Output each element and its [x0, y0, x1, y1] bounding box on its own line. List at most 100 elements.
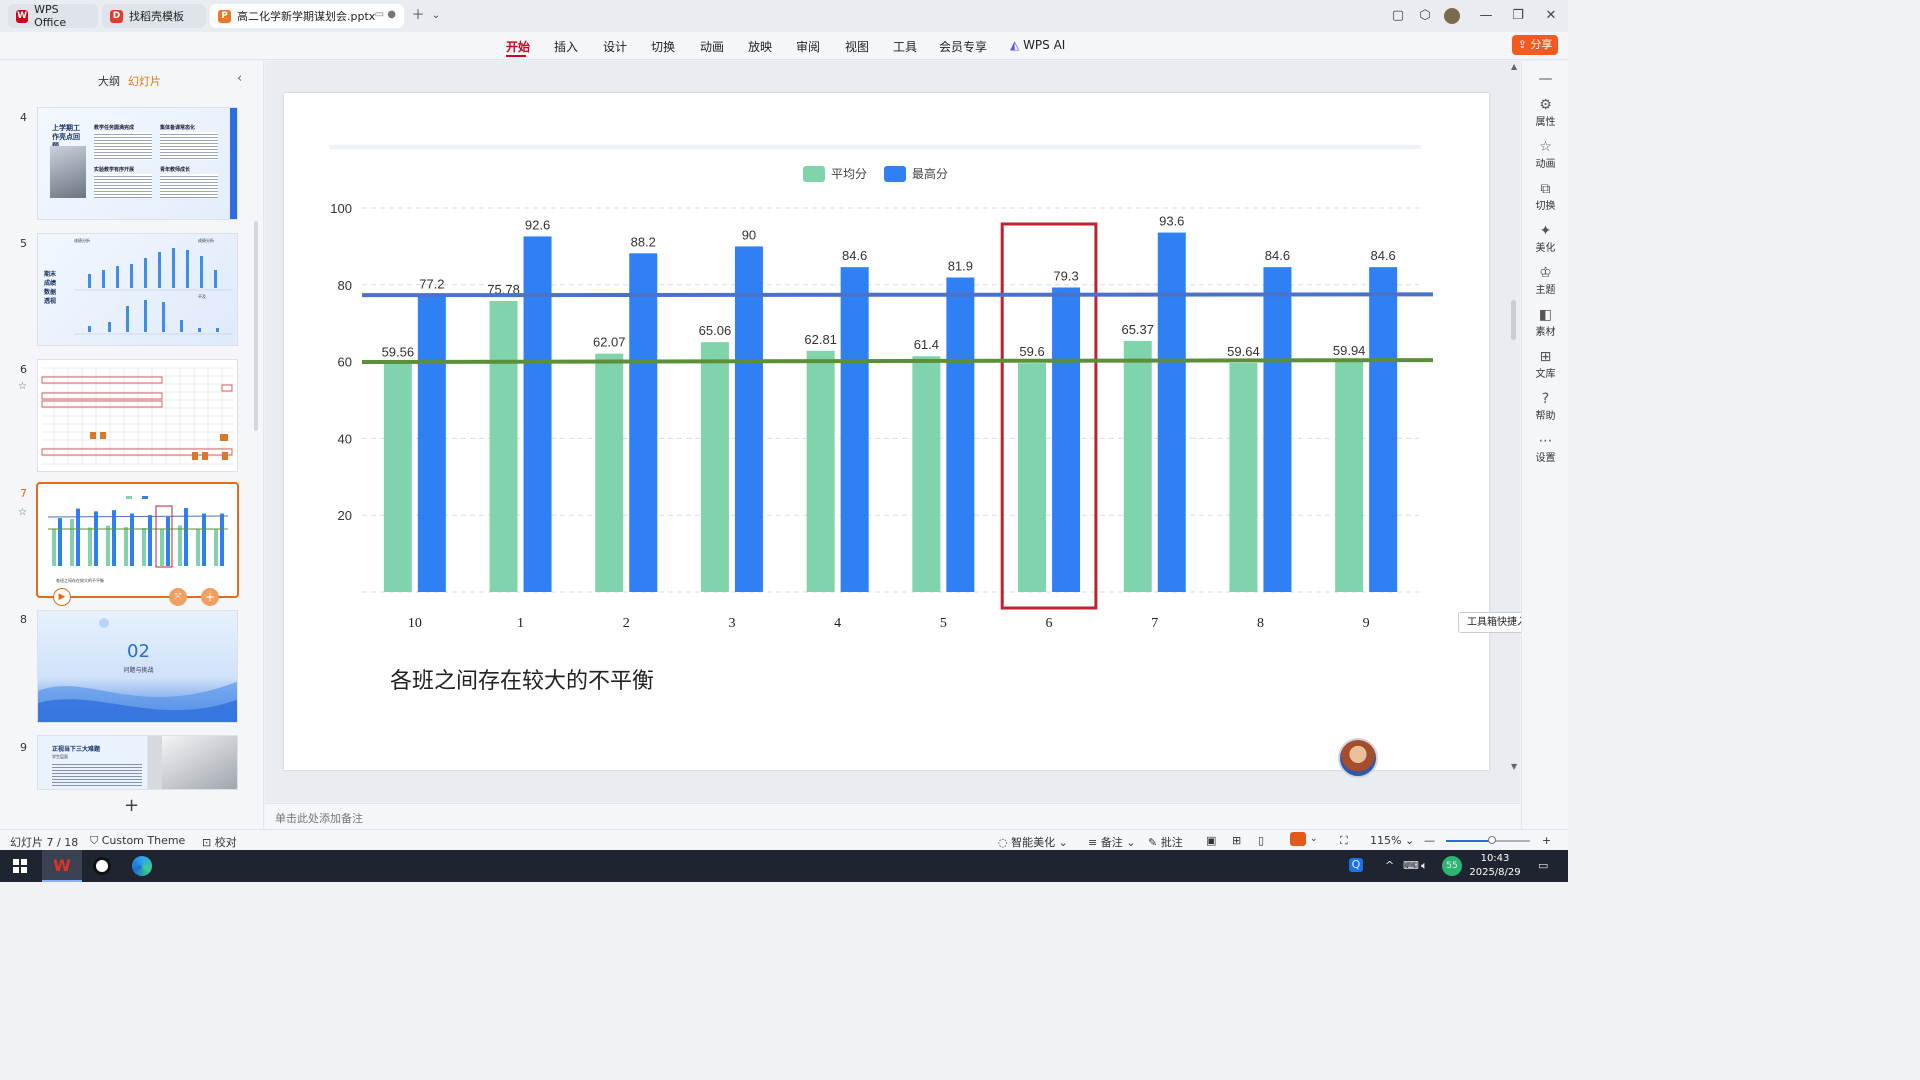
thumb-bar — [148, 515, 152, 566]
canvas-scroll-thumb[interactable] — [1511, 300, 1516, 340]
thumb9-sub: 学生层面 — [52, 754, 68, 759]
slide-thumbnail-8[interactable]: 02 问题与挑战 — [37, 610, 238, 723]
bar-chart[interactable]: 2040608010059.5677.21075.7892.6162.0788.… — [284, 93, 1489, 653]
slide-thumbnail-7[interactable]: 各班之间存在较大的不平衡 — [36, 482, 239, 598]
taskbar-wps[interactable]: W — [42, 850, 82, 882]
user-avatar[interactable] — [1444, 8, 1460, 24]
comment-icon: ✎ — [1148, 836, 1158, 849]
windows-start-icon[interactable] — [0, 850, 40, 882]
notes-toggle-button[interactable]: ≡ 备注 ⌄ — [1088, 834, 1135, 850]
collapse-panel-icon[interactable]: ‹ — [237, 71, 242, 86]
slideshow-options-chevron-icon[interactable]: ⌄ — [1310, 834, 1318, 844]
right-task-pane: — ⚙ 属性 ☆ 动画 ⧉ 切换 ✦ 美化 ♔ 主题 ◧ 素材 ⊞ 文库 ? 帮助 ⋯ 设置 — [1521, 61, 1568, 829]
restore-icon[interactable]: ❐ — [1510, 8, 1526, 24]
sidebar-properties[interactable]: ⚙ 属性 — [1522, 97, 1568, 128]
network-icon[interactable]: ⌨ — [1403, 859, 1419, 872]
taskbar-qq[interactable] — [82, 850, 122, 882]
reading-view-icon[interactable]: ▯ — [1258, 834, 1264, 847]
window-layout-icon[interactable]: ▢ — [1390, 8, 1406, 24]
play-slide-icon[interactable]: ▶ — [53, 588, 71, 606]
tab-slides[interactable]: 幻灯片 — [128, 73, 161, 89]
tray-app-icon[interactable]: Q — [1349, 858, 1363, 872]
notes-pane[interactable]: 单击此处添加备注 — [265, 803, 1520, 829]
sidebar-animation[interactable]: ☆ 动画 — [1522, 139, 1568, 170]
share-button[interactable]: ⇪ 分享 — [1512, 35, 1558, 55]
zoom-in-icon[interactable]: + — [1542, 834, 1551, 847]
fit-window-icon[interactable]: ⛶ — [1340, 834, 1348, 848]
tray-expand-icon[interactable]: ^ — [1385, 859, 1394, 872]
taskbar-edge[interactable] — [122, 850, 162, 882]
menu-tools[interactable]: 工具 — [893, 38, 917, 55]
menu-review[interactable]: 审阅 — [796, 38, 820, 55]
proofread-button[interactable]: ⊡ 校对 — [202, 834, 237, 850]
collapse-pane-icon[interactable]: — — [1522, 71, 1568, 87]
tab-list-chevron-icon[interactable]: ⌄ — [428, 8, 444, 24]
sidebar-transition[interactable]: ⧉ 切换 — [1522, 181, 1568, 212]
data-label: 90 — [742, 227, 756, 242]
sidebar-beautify[interactable]: ✦ 美化 — [1522, 223, 1568, 254]
zoom-slider[interactable] — [1446, 836, 1530, 844]
menu-design[interactable]: 设计 — [603, 38, 627, 55]
sidebar-theme[interactable]: ♔ 主题 — [1522, 265, 1568, 296]
cube-icon[interactable]: ⬡ — [1417, 8, 1433, 24]
zoom-slider-knob[interactable] — [1488, 836, 1497, 844]
tab-wps-office[interactable]: W WPS Office — [8, 3, 98, 29]
data-label: 84.6 — [842, 248, 867, 263]
slide-transition-icon[interactable]: ⤧ — [169, 588, 187, 606]
tab-status-icons[interactable]: ▭ ● — [375, 9, 396, 20]
menu-home[interactable]: 开始 — [506, 38, 530, 55]
share-label: 分享 — [1530, 38, 1553, 51]
x-tick-label: 1 — [517, 616, 524, 631]
slide-thumbnail-6[interactable] — [37, 359, 238, 472]
menu-animation[interactable]: 动画 — [700, 38, 724, 55]
theme-indicator[interactable]: ⛉ Custom Theme — [90, 834, 185, 848]
sidebar-help[interactable]: ? 帮助 — [1522, 391, 1568, 422]
slide-sorter-icon[interactable]: ⊞ — [1232, 834, 1241, 847]
slide7-star-icon[interactable]: ☆ — [18, 507, 27, 518]
tab-label: 找稻壳模板 — [129, 10, 184, 23]
slide-thumbnail-4[interactable]: 上学期工作亮点回顾 教学任务圆满完成 集体备课常态化 实验教学有序开展 青年教师… — [37, 107, 238, 220]
menu-slideshow[interactable]: 放映 — [748, 38, 772, 55]
menu-wps-ai[interactable]: ◭ WPS AI — [1010, 38, 1065, 52]
notes-placeholder: 单击此处添加备注 — [275, 812, 363, 825]
tab-template[interactable]: D 找稻壳模板 — [102, 4, 206, 28]
tray-badge[interactable]: 55 — [1442, 856, 1462, 876]
slide-thumbnail-9[interactable]: 正视当下三大难题 学生层面 — [37, 735, 238, 790]
comment-button[interactable]: ✎ 批注 — [1148, 834, 1183, 850]
data-label: 88.2 — [631, 234, 656, 249]
tab-current-document[interactable]: P 高二化学新学期谋划会.pptx ▭ ● — [210, 4, 404, 28]
normal-view-icon[interactable]: ▣ — [1206, 834, 1216, 847]
taskbar-clock[interactable]: 10:43 2025/8/29 — [1466, 852, 1524, 880]
scroll-up-icon[interactable]: ▲ — [1511, 62, 1517, 71]
menu-view[interactable]: 视图 — [845, 38, 869, 55]
slide-thumbnail-5[interactable]: 期末成绩数据透视 成绩分析 成绩分析 不及 — [37, 233, 238, 346]
menu-member[interactable]: 会员专享 — [939, 38, 987, 55]
slideshow-play-button[interactable] — [1290, 832, 1306, 846]
thumb9-text-lines — [52, 762, 142, 788]
sidebar-settings[interactable]: ⋯ 设置 — [1522, 433, 1568, 464]
scroll-down-icon[interactable]: ▼ — [1511, 762, 1517, 771]
slide-caption[interactable]: 各班之间存在较大的不平衡 — [390, 663, 654, 695]
add-slide-icon[interactable]: + — [124, 795, 139, 816]
slide6-star-icon[interactable]: ☆ — [18, 381, 27, 392]
floating-assistant-avatar[interactable] — [1338, 738, 1378, 778]
new-tab-icon[interactable]: ＋ — [410, 8, 426, 24]
zoom-out-icon[interactable]: — — [1424, 834, 1435, 847]
thumbnail-scrollbar[interactable] — [254, 221, 258, 431]
minimize-icon[interactable]: — — [1478, 8, 1494, 24]
canvas-scrollbar[interactable]: ▲ ▼ — [1509, 62, 1519, 802]
slide-7[interactable]: 平均分 最高分 20 40 60 80 100 59.56 77.2 10 75.78 92.6 1… — [284, 93, 1489, 770]
close-icon[interactable]: ✕ — [1543, 8, 1559, 24]
smart-beautify-button[interactable]: ◌ 智能美化 ⌄ — [998, 834, 1068, 850]
tab-outline[interactable]: 大纲 — [98, 73, 120, 89]
sidebar-material[interactable]: ◧ 素材 — [1522, 307, 1568, 338]
sidebar-label: 动画 — [1535, 159, 1556, 170]
menu-transition[interactable]: 切换 — [651, 38, 675, 55]
notification-icon[interactable]: ▭ — [1538, 859, 1548, 872]
tab-label: WPS Office — [34, 3, 67, 29]
menu-insert[interactable]: 插入 — [554, 38, 578, 55]
zoom-level[interactable]: 115% ⌄ — [1370, 834, 1414, 847]
volume-icon[interactable]: 🔈︎ — [1421, 859, 1428, 873]
sidebar-library[interactable]: ⊞ 文库 — [1522, 349, 1568, 380]
add-slide-after-icon[interactable]: + — [201, 588, 219, 606]
